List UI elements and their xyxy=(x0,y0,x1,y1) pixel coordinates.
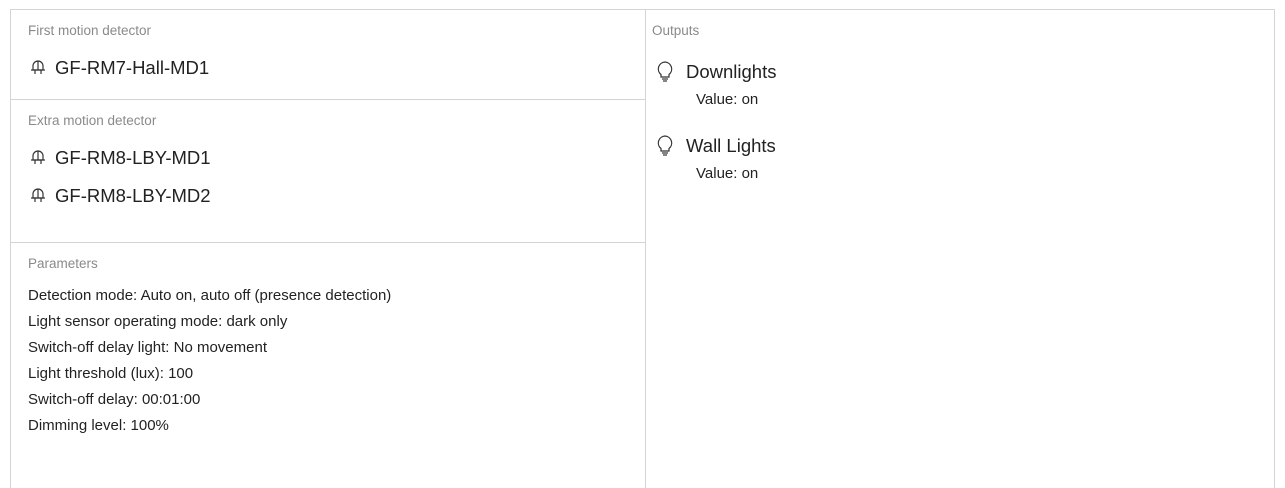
output-value: Value: on xyxy=(696,165,759,182)
motion-detector-icon xyxy=(28,148,48,168)
param-switch-off-delay: Switch-off delay: 00:01:00 xyxy=(28,391,201,408)
light-bulb-icon xyxy=(654,134,676,158)
motion-detector-icon xyxy=(28,186,48,206)
output-name-row: Downlights xyxy=(654,54,1274,90)
output-name: Wall Lights xyxy=(686,135,776,156)
motion-detector-icon xyxy=(28,58,48,78)
output-name: Downlights xyxy=(686,61,777,82)
device-item-first[interactable]: GF-RM7-Hall-MD1 xyxy=(28,49,645,87)
device-name: GF-RM7-Hall-MD1 xyxy=(55,57,210,78)
param-detection-mode: Detection mode: Auto on, auto off (prese… xyxy=(28,287,392,304)
device-name: GF-RM8-LBY-MD1 xyxy=(55,147,211,168)
output-item-wall-lights[interactable]: Wall Lights Value: on xyxy=(652,128,1274,190)
output-item-downlights[interactable]: Downlights Value: on xyxy=(652,54,1274,116)
light-bulb-icon xyxy=(654,60,676,84)
output-name-row: Wall Lights xyxy=(654,128,1274,164)
device-item-extra-1[interactable]: GF-RM8-LBY-MD1 xyxy=(28,139,645,177)
parameters-section: Parameters Detection mode: Auto on, auto… xyxy=(11,243,645,439)
param-light-threshold: Light threshold (lux): 100 xyxy=(28,365,194,382)
output-value: Value: on xyxy=(696,91,759,108)
device-config-panel: First motion detector GF-RM7-Hall-MD1 Ex… xyxy=(0,0,1285,488)
section-title: Parameters xyxy=(28,256,98,271)
section-title: First motion detector xyxy=(28,23,152,38)
first-motion-detector-section: First motion detector GF-RM7-Hall-MD1 xyxy=(11,10,645,100)
section-title: Outputs xyxy=(652,23,700,38)
param-dimming-level: Dimming level: 100% xyxy=(28,417,169,434)
output-spacer xyxy=(652,116,1274,128)
outputs-section: Outputs Downlights Value: on Wall Lights… xyxy=(645,10,1274,190)
outputs-column: Outputs Downlights Value: on Wall Lights… xyxy=(645,9,1275,488)
extra-motion-detector-section: Extra motion detector GF-RM8-LBY-MD1 GF-… xyxy=(11,100,645,243)
device-name: GF-RM8-LBY-MD2 xyxy=(55,185,211,206)
inputs-column: First motion detector GF-RM7-Hall-MD1 Ex… xyxy=(10,9,646,488)
param-light-sensor-mode: Light sensor operating mode: dark only xyxy=(28,313,288,330)
param-switch-off-delay-light: Switch-off delay light: No movement xyxy=(28,339,267,356)
parameters-list: Detection mode: Auto on, auto off (prese… xyxy=(28,278,645,439)
device-item-extra-2[interactable]: GF-RM8-LBY-MD2 xyxy=(28,177,645,215)
section-title: Extra motion detector xyxy=(28,113,157,128)
